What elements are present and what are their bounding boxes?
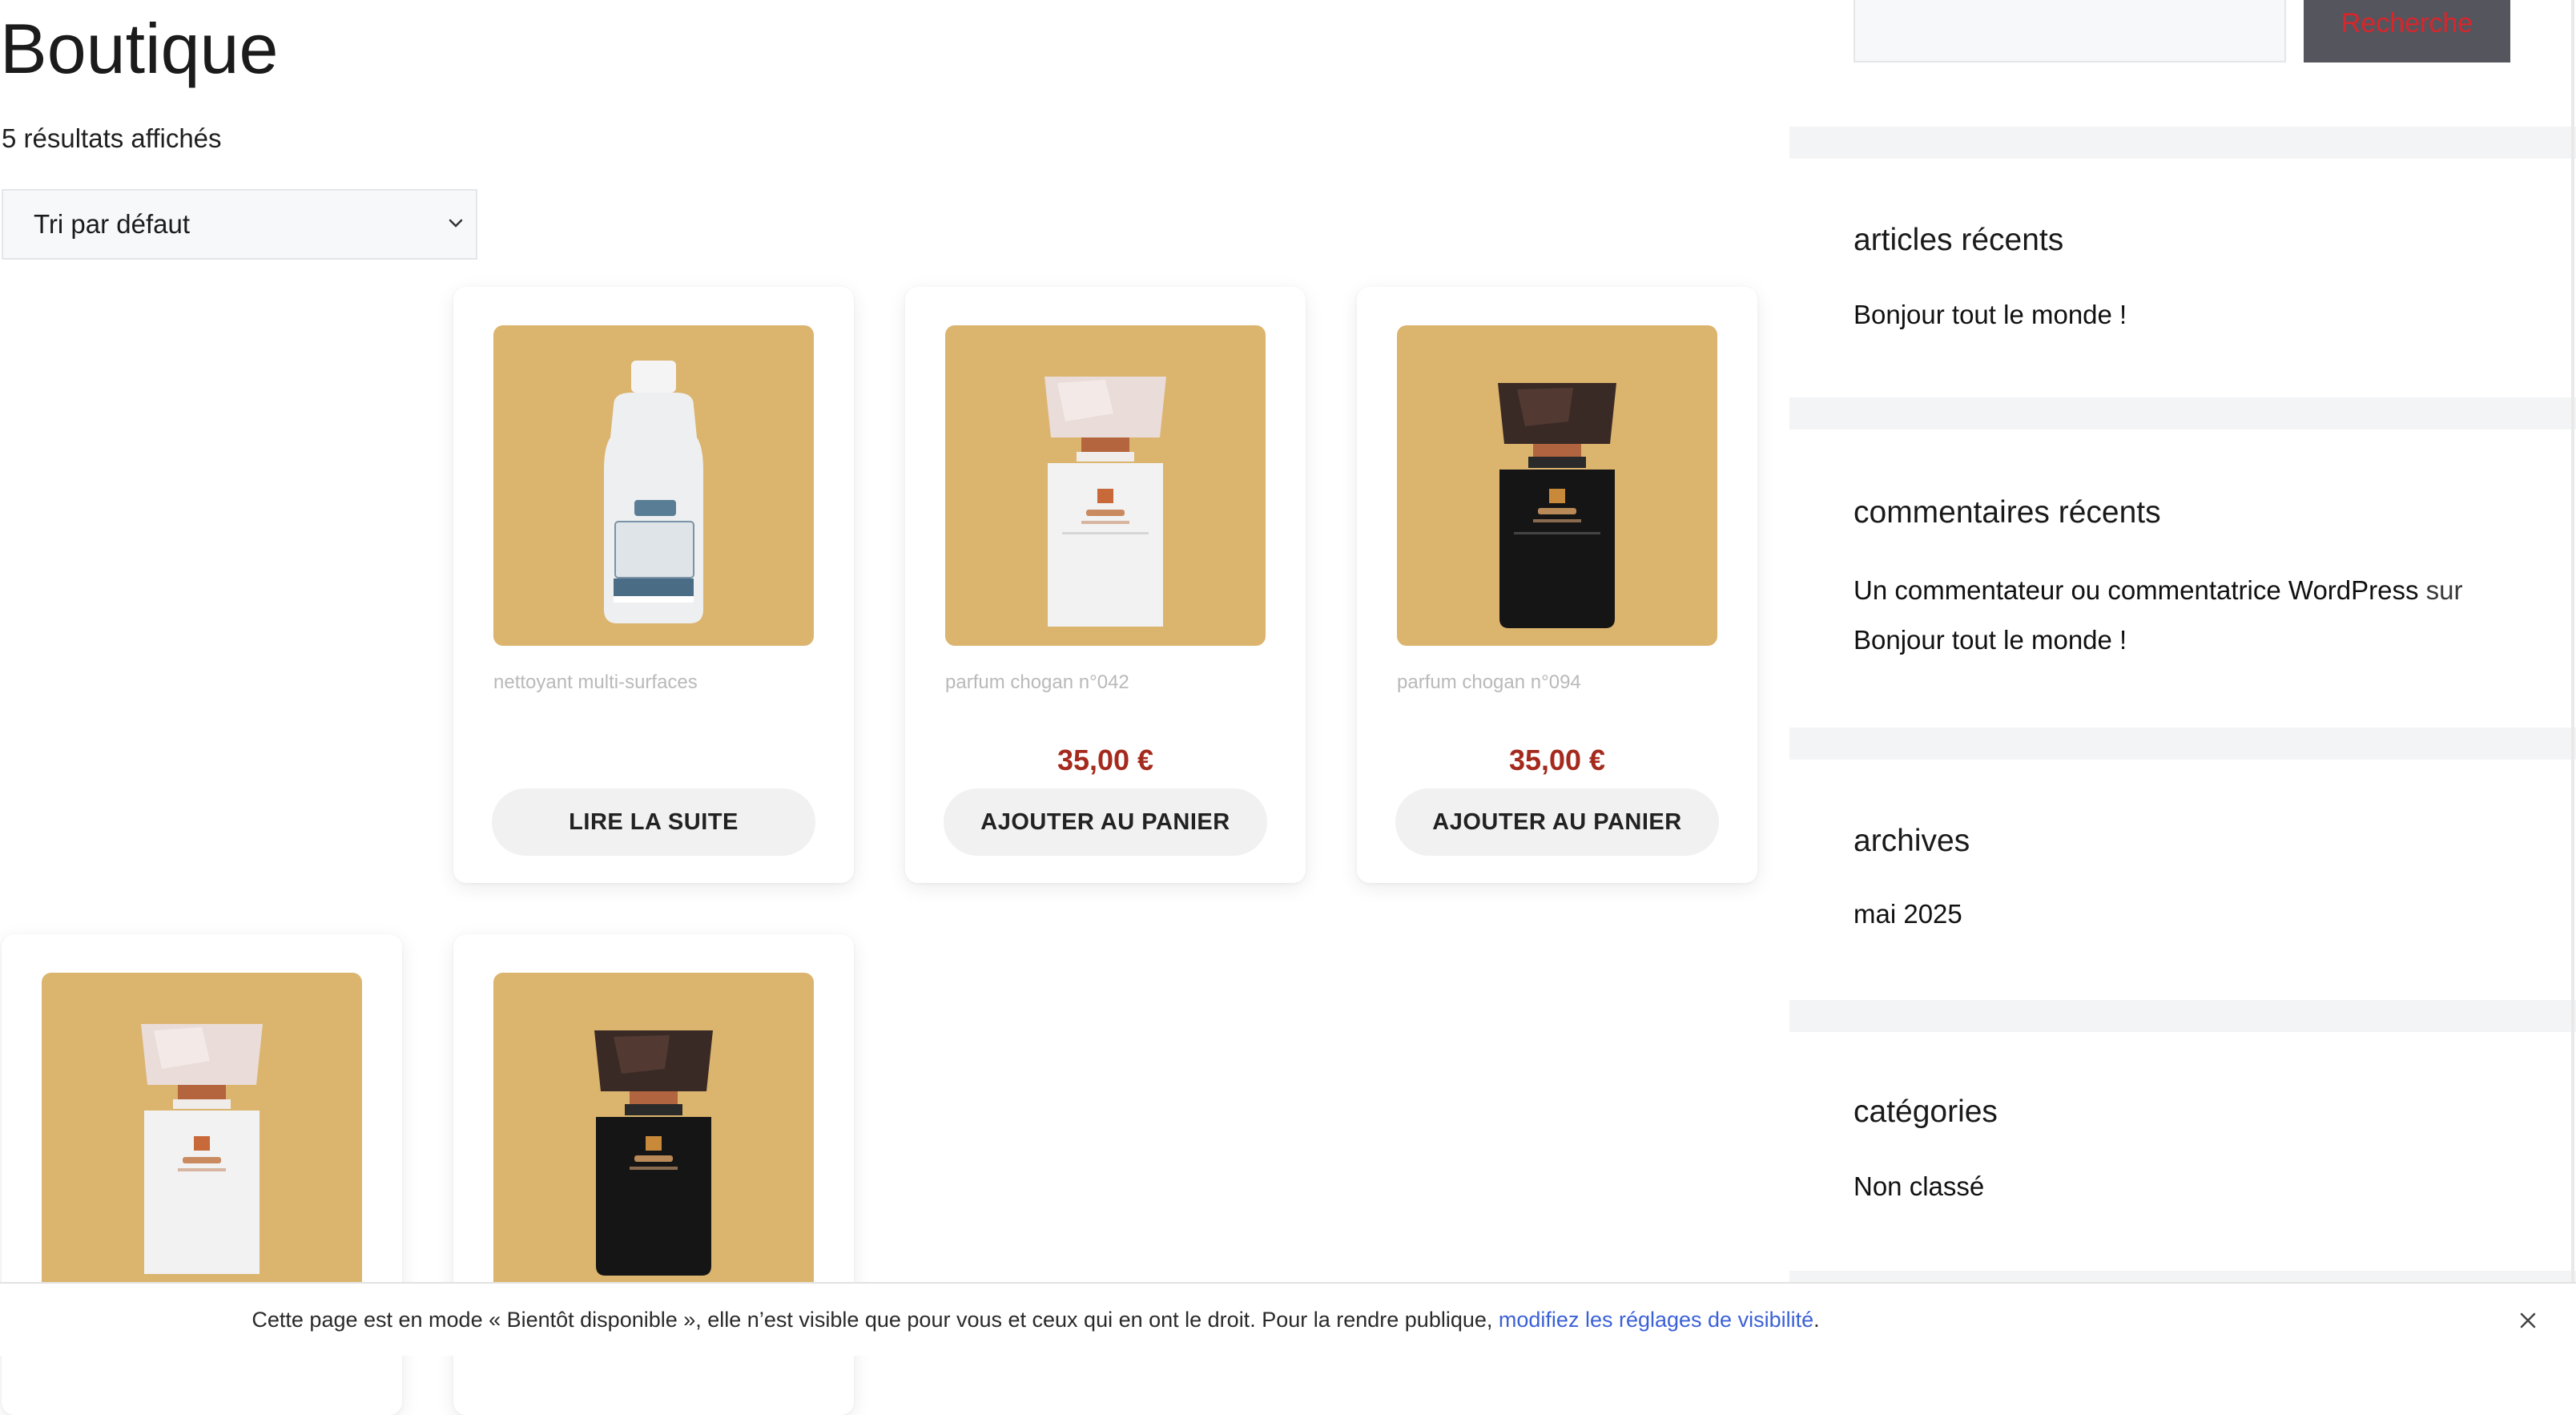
recent-comment: Un commentateur ou commentatrice WordPre… <box>1854 566 2518 665</box>
white-perfume-image <box>1044 377 1166 627</box>
recent-comments-title: commentaires récents <box>1854 495 2161 530</box>
black-perfume-image <box>1498 383 1616 628</box>
cleaner-bottle-image <box>604 361 703 623</box>
product-price: 35,00 € <box>1508 744 1606 776</box>
product-image[interactable] <box>493 973 814 1293</box>
comment-on-text: sur <box>2425 575 2463 605</box>
close-icon[interactable] <box>2515 1308 2541 1333</box>
search-button[interactable]: Recherche <box>2304 0 2510 62</box>
add-to-cart-button[interactable]: AJOUTER AU PANIER <box>1395 788 1719 856</box>
comment-post-link[interactable]: Bonjour tout le monde ! <box>1854 625 2127 655</box>
widget-separator <box>1789 728 2576 760</box>
recent-post-link[interactable]: Bonjour tout le monde ! <box>1854 290 2127 340</box>
coming-soon-notice: Cette page est en mode « Bientôt disponi… <box>0 1282 2576 1356</box>
product-price: 35,00 € <box>1057 744 1154 776</box>
page-title: Boutique <box>0 9 279 88</box>
page-edge <box>2571 0 2574 1282</box>
black-perfume-image <box>594 1030 713 1276</box>
sort-select-value: Tri par défaut <box>34 209 191 239</box>
category-link[interactable]: Non classé <box>1854 1162 1984 1211</box>
recent-posts-title: articles récents <box>1854 223 2064 257</box>
product-card: nettoyant multi-surfaces LIRE LA SUITE <box>453 287 854 883</box>
product-name[interactable]: nettoyant multi-surfaces <box>493 671 698 694</box>
product-card: parfum chogan n°042 35,00 € AJOUTER AU P… <box>905 287 1306 883</box>
widget-separator <box>1789 127 2576 159</box>
add-to-cart-button[interactable]: AJOUTER AU PANIER <box>944 788 1267 856</box>
notice-message: Cette page est en mode « Bientôt disponi… <box>252 1308 1493 1332</box>
product-image[interactable] <box>1397 325 1717 646</box>
archives-title: archives <box>1854 824 1970 858</box>
widget-separator <box>1789 1000 2576 1032</box>
product-image[interactable] <box>42 973 362 1293</box>
white-perfume-image <box>141 1024 263 1274</box>
product-name[interactable]: parfum chogan n°094 <box>1397 671 1581 694</box>
widget-separator <box>1789 1271 2576 1282</box>
widget-separator <box>1789 397 2576 429</box>
results-count: 5 résultats affichés <box>2 123 222 153</box>
categories-title: catégories <box>1854 1095 1998 1129</box>
notice-text: Cette page est en mode « Bientôt disponi… <box>0 1308 2576 1332</box>
archive-link[interactable]: mai 2025 <box>1854 889 1962 939</box>
chevron-down-icon <box>449 219 463 228</box>
comment-author-link[interactable]: Un commentateur ou commentatrice WordPre… <box>1854 575 2419 605</box>
read-more-button[interactable]: LIRE LA SUITE <box>492 788 815 856</box>
product-image[interactable] <box>493 325 814 646</box>
search-input[interactable] <box>1854 0 2286 62</box>
product-card: parfum chogan n°094 35,00 € AJOUTER AU P… <box>1357 287 1757 883</box>
product-image[interactable] <box>945 325 1266 646</box>
product-name[interactable]: parfum chogan n°042 <box>945 671 1129 694</box>
notice-suffix: . <box>1813 1308 1820 1332</box>
visibility-settings-link[interactable]: modifiez les réglages de visibilité <box>1499 1308 1813 1332</box>
sort-select[interactable]: Tri par défaut <box>2 189 477 260</box>
